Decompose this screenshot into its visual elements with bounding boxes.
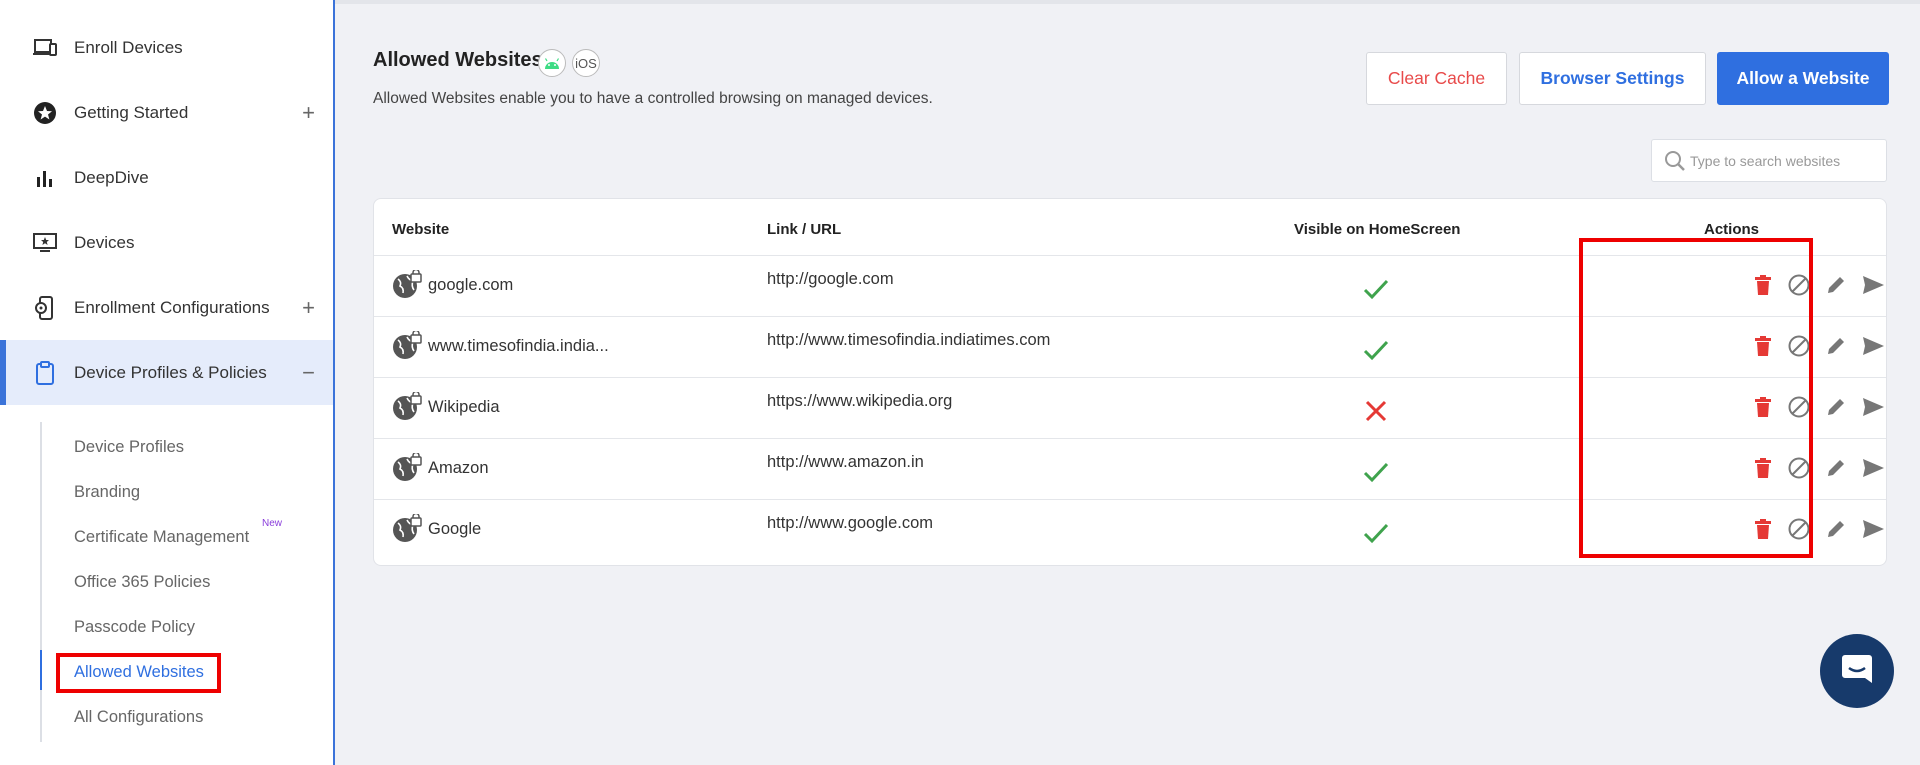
- sidebar-item-label: Enrollment Configurations: [74, 297, 270, 317]
- search-box: [1651, 139, 1887, 182]
- sidebar-subitem-certificate-management[interactable]: Certificate Management: [74, 522, 249, 552]
- sidebar-item-label: Devices: [74, 232, 135, 252]
- website-name: Google: [428, 520, 482, 538]
- column-header-actions: Actions: [1704, 221, 1760, 238]
- edit-icon[interactable]: [1821, 453, 1851, 483]
- search-icon: [1664, 150, 1686, 177]
- bar-chart-icon: [32, 165, 58, 191]
- sidebar-item-label: DeepDive: [74, 167, 149, 187]
- sidebar-subitem-passcode-policy[interactable]: Passcode Policy: [74, 612, 195, 642]
- sidebar: Enroll Devices Getting Started + DeepDiv…: [0, 0, 335, 765]
- browser-settings-button[interactable]: Browser Settings: [1519, 52, 1706, 105]
- collapse-icon[interactable]: −: [302, 360, 315, 386]
- sidebar-item-deepdive[interactable]: DeepDive: [0, 145, 333, 210]
- globe-lock-icon: [392, 512, 422, 544]
- globe-lock-icon: [392, 268, 422, 300]
- new-badge: New: [262, 518, 283, 529]
- send-icon[interactable]: [1858, 514, 1888, 544]
- phone-settings-icon: [32, 295, 58, 321]
- clear-cache-button[interactable]: Clear Cache: [1366, 52, 1507, 105]
- sidebar-submenu: Device Profiles Branding Certificate Man…: [40, 422, 320, 742]
- send-icon[interactable]: [1858, 392, 1888, 422]
- sidebar-item-enrollment-configurations[interactable]: Enrollment Configurations +: [0, 275, 333, 340]
- globe-lock-icon: [392, 329, 422, 361]
- cross-icon: [1361, 396, 1391, 426]
- chat-support-button[interactable]: [1820, 634, 1894, 708]
- sidebar-subitem-device-profiles[interactable]: Device Profiles: [74, 432, 184, 462]
- sidebar-item-label: Enroll Devices: [74, 37, 183, 57]
- active-indicator: [40, 650, 42, 690]
- chat-icon: [1839, 651, 1875, 692]
- edit-icon[interactable]: [1821, 270, 1851, 300]
- expand-icon[interactable]: +: [302, 100, 315, 126]
- website-name: google.com: [428, 276, 514, 294]
- android-icon: [538, 49, 566, 77]
- globe-lock-icon: [392, 390, 422, 422]
- check-icon: [1361, 274, 1391, 304]
- clipboard-icon: [32, 360, 58, 386]
- star-icon: [32, 100, 58, 126]
- page-subtitle: Allowed Websites enable you to have a co…: [373, 90, 933, 107]
- page-title: Allowed Websites: [373, 49, 543, 71]
- check-icon: [1361, 518, 1391, 548]
- ios-badge: iOS: [572, 49, 600, 77]
- website-url: http://www.timesofindia.indiatimes.com: [767, 331, 1051, 349]
- edit-icon[interactable]: [1821, 514, 1851, 544]
- website-name: Amazon: [428, 459, 489, 477]
- sidebar-item-getting-started[interactable]: Getting Started +: [0, 80, 333, 145]
- devices-icon: [32, 35, 58, 61]
- edit-icon[interactable]: [1821, 392, 1851, 422]
- website-name: www.timesofindia.india...: [428, 337, 609, 355]
- sidebar-item-label: Getting Started: [74, 102, 189, 122]
- check-icon: [1361, 335, 1391, 365]
- sidebar-subitem-branding[interactable]: Branding: [74, 477, 140, 507]
- sidebar-item-enroll-devices[interactable]: Enroll Devices: [0, 15, 333, 80]
- globe-lock-icon: [392, 451, 422, 483]
- check-icon: [1361, 457, 1391, 487]
- send-icon[interactable]: [1858, 453, 1888, 483]
- column-header-website: Website: [392, 221, 450, 238]
- expand-icon[interactable]: +: [302, 295, 315, 321]
- sidebar-item-label: Device Profiles & Policies: [74, 362, 267, 382]
- website-url: http://www.google.com: [767, 514, 933, 532]
- column-header-visible: Visible on HomeScreen: [1294, 221, 1461, 238]
- sidebar-item-devices[interactable]: Devices: [0, 210, 333, 275]
- highlight-box: [1579, 238, 1813, 558]
- send-icon[interactable]: [1858, 270, 1888, 300]
- sidebar-subitem-office-365-policies[interactable]: Office 365 Policies: [74, 567, 210, 597]
- edit-icon[interactable]: [1821, 331, 1851, 361]
- search-input[interactable]: [1690, 140, 1880, 181]
- website-url: https://www.wikipedia.org: [767, 392, 953, 410]
- monitor-icon: [32, 230, 58, 256]
- highlight-box: [56, 653, 221, 693]
- website-url: http://google.com: [767, 270, 894, 288]
- sidebar-item-device-profiles-policies[interactable]: Device Profiles & Policies −: [0, 340, 333, 405]
- send-icon[interactable]: [1858, 331, 1888, 361]
- sidebar-subitem-all-configurations[interactable]: All Configurations: [74, 702, 203, 732]
- column-header-url: Link / URL: [767, 221, 842, 238]
- allow-website-button[interactable]: Allow a Website: [1717, 52, 1889, 105]
- website-url: http://www.amazon.in: [767, 453, 924, 471]
- website-name: Wikipedia: [428, 398, 500, 416]
